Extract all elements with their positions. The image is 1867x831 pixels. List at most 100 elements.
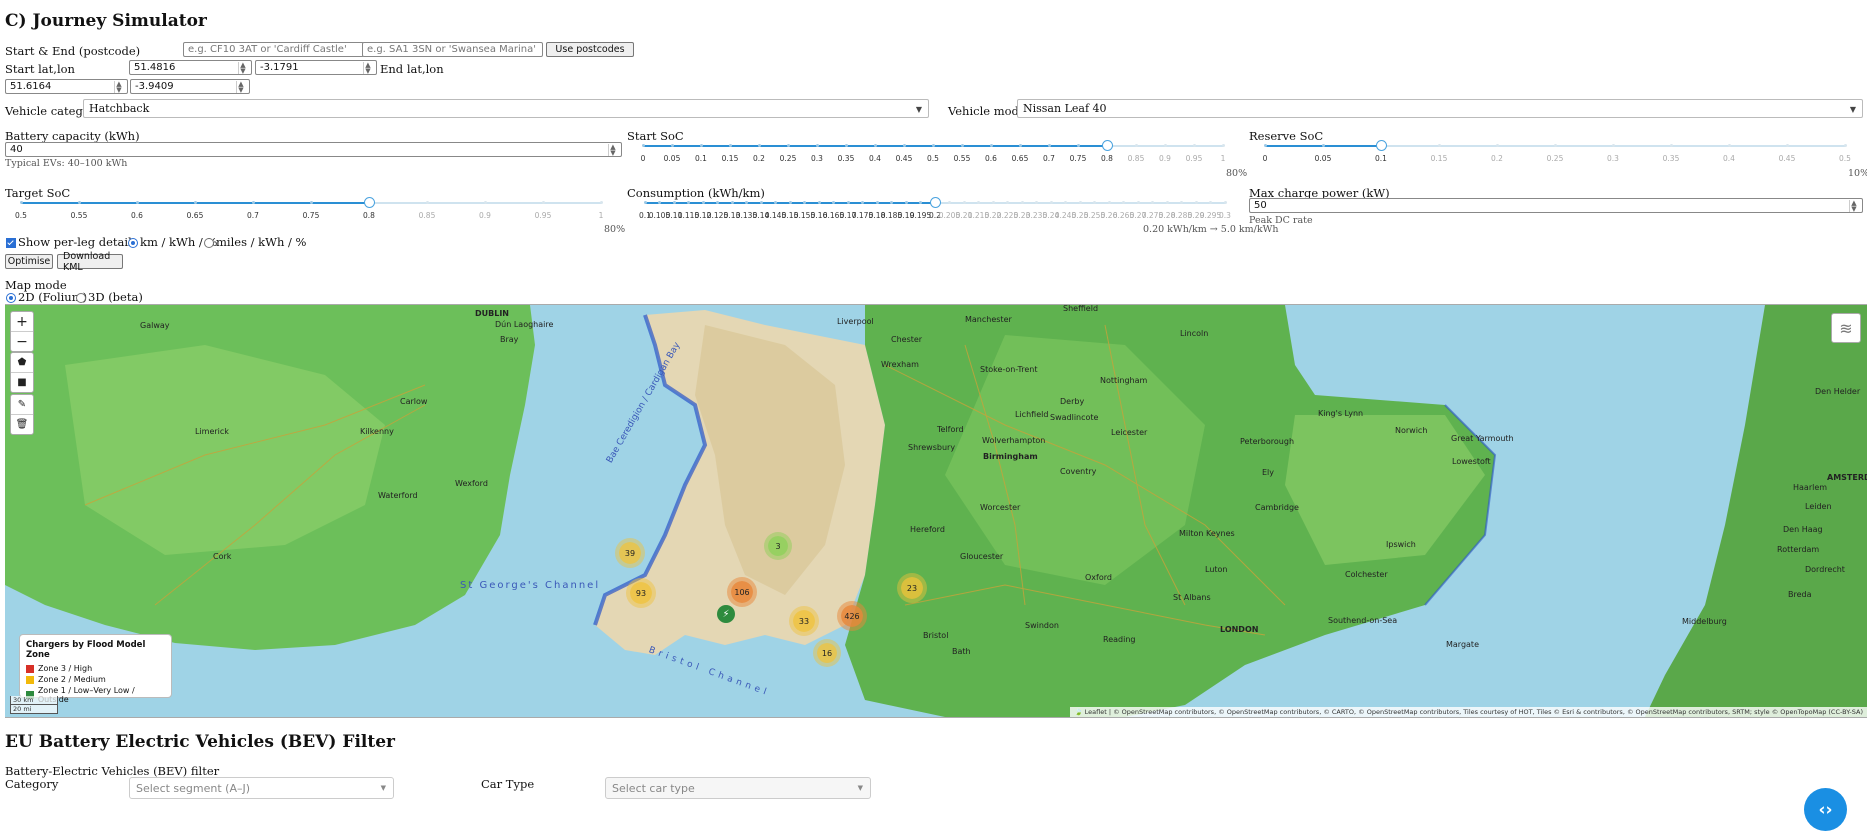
use-postcodes-button[interactable]: Use postcodes xyxy=(546,42,634,57)
radio-unselected-icon[interactable] xyxy=(76,293,86,303)
spinner-icon[interactable]: ▲ ▼ xyxy=(238,61,247,74)
slider-tick-label: 1 xyxy=(1220,154,1226,163)
zoom-in-button[interactable]: + xyxy=(11,312,33,331)
start-lat-input[interactable]: 51.4816 ▲ ▼ xyxy=(129,60,252,75)
slider-step-dot xyxy=(977,201,980,204)
consumption-slider[interactable]: 0.1 0.105 0.11 0.115 0.12 0.125 0.13 0.135 0.14 0… xyxy=(639,195,1231,225)
slider-step-dot xyxy=(1727,144,1731,147)
slider-step-dot xyxy=(1163,144,1167,147)
charger-cluster-marker[interactable]: 106 xyxy=(731,581,753,603)
slider-thumb[interactable] xyxy=(1376,140,1387,151)
map-label: Den Haag xyxy=(1783,525,1823,534)
journey-map[interactable]: DUBLIN Dún Laoghaire Bray Galway Limeric… xyxy=(5,304,1867,718)
slider-thumb[interactable] xyxy=(364,197,375,208)
spinner-icon[interactable]: ▲ ▼ xyxy=(236,80,245,93)
slider-step-dot xyxy=(1020,201,1024,204)
end-lon-input[interactable]: -3.9409 ▲ ▼ xyxy=(130,79,250,94)
slider-tick-label: 0.35 xyxy=(837,154,855,163)
map-label: Wolverhampton xyxy=(982,436,1046,445)
layers-control[interactable]: ≋ xyxy=(1831,313,1861,343)
max-charge-hint: Peak DC rate xyxy=(1249,215,1313,226)
car-type-select[interactable]: Select car type ▼ xyxy=(605,777,871,799)
target-soc-readout: 80% xyxy=(604,224,626,235)
slider-tick-label: 0.75 xyxy=(302,211,320,220)
spinner-icon[interactable]: ▲ ▼ xyxy=(114,80,123,93)
slider-tick-label: 0.6 xyxy=(131,211,143,220)
start-lon-input[interactable]: -3.1791 ▲ ▼ xyxy=(255,60,377,75)
slider-step-dot xyxy=(1064,201,1067,204)
battery-hint: Typical EVs: 40–100 kWh xyxy=(5,158,128,169)
start-lat-value: 51.4816 xyxy=(134,62,176,73)
delete-layers-icon[interactable]: 🗑 xyxy=(11,414,33,434)
zoom-out-button[interactable]: − xyxy=(11,331,33,351)
charger-cluster-marker[interactable]: 426 xyxy=(841,605,863,627)
end-latlon-label: End lat,lon xyxy=(380,62,444,76)
radio-selected-icon[interactable] xyxy=(6,293,16,303)
spinner-icon[interactable]: ▲ ▼ xyxy=(1849,199,1858,212)
battery-capacity-label: Battery capacity (kWh) xyxy=(5,129,140,143)
slider-step-dot xyxy=(643,201,647,204)
edit-layers-icon[interactable]: ✎ xyxy=(11,395,33,414)
charger-cluster-marker[interactable]: 3 xyxy=(768,536,788,556)
category-select[interactable]: Select segment (A–J) ▼ xyxy=(129,777,394,799)
slider-step-dot xyxy=(890,201,893,204)
map-label: Carlow xyxy=(400,397,428,406)
slider-thumb[interactable] xyxy=(930,197,941,208)
units-radio-miles[interactable]: miles / kWh / % xyxy=(204,235,306,249)
max-charge-input[interactable]: 50 ▲ ▼ xyxy=(1249,198,1863,213)
show-per-leg-toggle[interactable]: Show per-leg details xyxy=(6,235,138,249)
draw-rectangle-icon[interactable]: ■ xyxy=(11,372,33,392)
vehicle-category-select[interactable]: Hatchback ▼ xyxy=(83,99,929,118)
map-mode-3d[interactable]: 3D (beta) xyxy=(76,290,143,304)
map-label: Bristol xyxy=(923,631,949,640)
start-soc-slider[interactable]: 0 0.05 0.1 0.15 0.2 0.25 0.3 0.35 0.4 0.45 0.5 0.55… xyxy=(641,138,1226,168)
download-kml-button[interactable]: Download KML xyxy=(57,251,123,273)
charger-cluster-marker[interactable]: 33 xyxy=(793,610,815,632)
code-view-icon[interactable]: ‹› xyxy=(1804,788,1847,831)
slider-step-dot xyxy=(1495,144,1499,147)
slider-step-dot xyxy=(745,201,748,204)
end-postcode-input[interactable] xyxy=(362,42,543,57)
charger-cluster-marker[interactable]: 39 xyxy=(619,542,641,564)
spinner-icon[interactable]: ▲ ▼ xyxy=(363,61,372,74)
map-label: Wrexham xyxy=(881,360,919,369)
end-lat-input[interactable]: 51.6164 ▲ ▼ xyxy=(5,79,128,94)
battery-capacity-input[interactable]: 40 ▲ ▼ xyxy=(5,142,622,157)
optimise-button[interactable]: Optimise xyxy=(5,254,53,269)
slider-tick-label: 0.85 xyxy=(418,211,436,220)
map-label: Dordrecht xyxy=(1805,565,1845,574)
map-attribution[interactable]: 🍃 Leaflet | © OpenStreetMap contributors… xyxy=(1070,707,1867,717)
reserve-soc-slider[interactable]: 0 0.05 0.1 0.15 0.2 0.25 0.3 0.35 0.4 0.45 0.5 xyxy=(1263,138,1851,168)
map-mode-2d[interactable]: 2D (Folium) xyxy=(6,290,87,304)
end-lat-value: 51.6164 xyxy=(10,81,52,92)
charger-cluster-marker[interactable]: 93 xyxy=(630,582,652,604)
chevron-down-icon: ▼ xyxy=(857,784,863,792)
slider-tick-label: 0.95 xyxy=(1185,154,1203,163)
charger-cluster-marker[interactable]: 23 xyxy=(901,577,923,599)
slider-step-dot xyxy=(1611,144,1615,147)
slider-step-dot xyxy=(919,201,922,204)
slider-step-dot xyxy=(1047,144,1051,147)
checkbox-checked-icon[interactable] xyxy=(6,238,16,248)
map-label: Milton Keynes xyxy=(1179,529,1235,538)
map-label: Limerick xyxy=(195,427,229,436)
charger-cluster-marker[interactable]: 16 xyxy=(817,643,837,663)
draw-polygon-icon[interactable]: ⬟ xyxy=(11,353,33,372)
slider-tick-label: 0.85 xyxy=(1127,154,1145,163)
map-label: Hereford xyxy=(910,525,945,534)
radio-unselected-icon[interactable] xyxy=(204,238,214,248)
target-soc-slider[interactable]: 0.5 0.55 0.6 0.65 0.7 0.75 0.8 0.85 0.9 0.95 1 xyxy=(15,195,603,225)
vehicle-model-select[interactable]: Nissan Leaf 40 ▼ xyxy=(1017,99,1863,118)
radio-selected-icon[interactable] xyxy=(128,238,138,248)
start-postcode-input[interactable] xyxy=(183,42,364,57)
slider-step-dot xyxy=(844,144,848,147)
start-lon-value: -3.1791 xyxy=(260,62,299,73)
charger-station-icon[interactable]: ⚡ xyxy=(717,605,735,623)
slider-thumb[interactable] xyxy=(1102,140,1113,151)
spinner-icon[interactable]: ▲ ▼ xyxy=(608,143,617,156)
map-label: Swadlincote xyxy=(1050,413,1099,422)
slider-tick-label: 0.6 xyxy=(985,154,997,163)
slider-step-dot xyxy=(599,201,603,204)
map-label: Rotterdam xyxy=(1777,545,1820,554)
map-label: Haarlem xyxy=(1793,483,1828,492)
